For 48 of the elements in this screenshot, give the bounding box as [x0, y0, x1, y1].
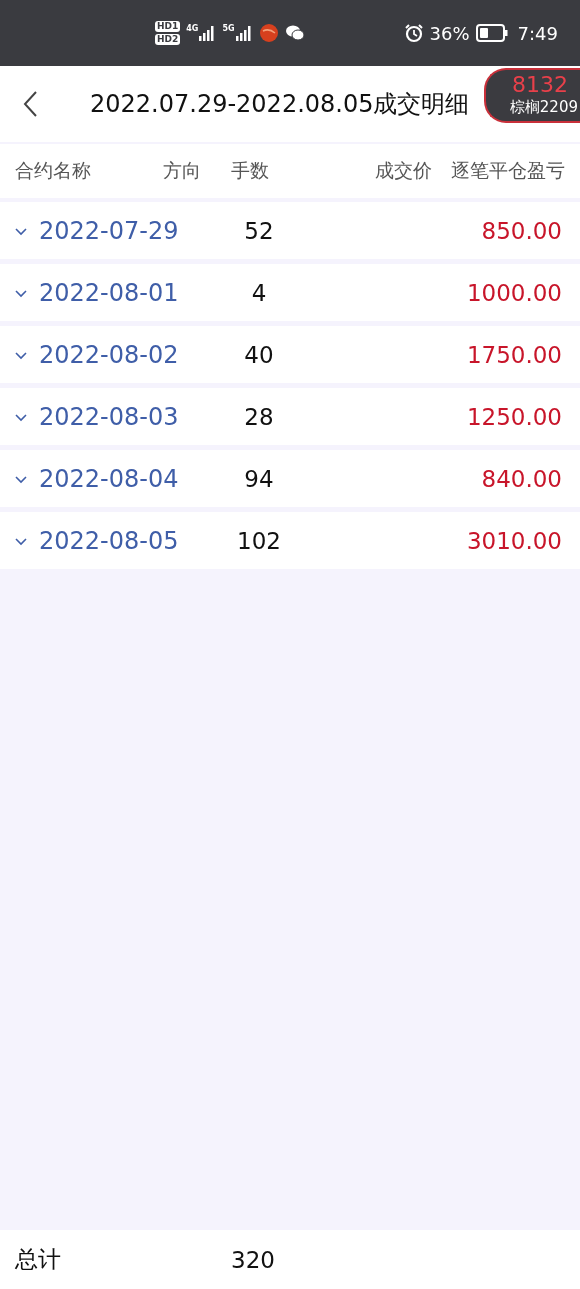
sim-label: HD1	[155, 21, 181, 32]
table-row[interactable]: 2022-08-04 94 840.00	[0, 450, 580, 507]
globe-app-icon	[258, 23, 279, 43]
signal-icon	[198, 24, 217, 42]
date-cell-text: 2022-08-01	[39, 278, 180, 307]
pnl-cell-text: 1750.00	[465, 341, 562, 368]
lots-cell-text: 28	[243, 403, 275, 430]
column-header: 方向	[163, 158, 202, 183]
total-label: 总计	[15, 1245, 62, 1274]
total-lots: 320	[230, 1246, 276, 1273]
network-label: 4G	[186, 24, 199, 33]
chat-app-icon	[284, 24, 305, 42]
clock-time: 7:49	[517, 22, 558, 44]
lots-cell-text: 4	[250, 279, 268, 306]
pnl-cell-text: 3010.00	[465, 527, 562, 554]
battery-icon	[475, 24, 508, 42]
pnl-cell-text: 1250.00	[465, 403, 562, 430]
table-row[interactable]: 2022-08-03 28 1250.00	[0, 388, 580, 445]
table-row[interactable]: 2022-08-02 40 1750.00	[0, 326, 580, 383]
table-row[interactable]: 2022-08-01 4 1000.00	[0, 264, 580, 321]
quote-price: 8132	[512, 72, 569, 98]
pnl-cell-text: 840.00	[480, 465, 562, 492]
date-cell-text: 2022-07-29	[39, 216, 180, 245]
date-cell-text: 2022-08-04	[39, 464, 180, 493]
sim-label: HD2	[155, 34, 181, 45]
column-header: 手数	[231, 158, 269, 183]
page-title: 2022.07.29-2022.08.05成交明细	[90, 89, 470, 120]
battery-percent: 36%	[429, 22, 470, 44]
table-row[interactable]: 2022-07-29 52 850.00	[0, 202, 580, 259]
lots-cell-text: 94	[243, 465, 275, 492]
column-header: 成交价	[375, 158, 432, 183]
date-cell-text: 2022-08-05	[39, 526, 180, 555]
lots-cell-text: 102	[236, 527, 282, 554]
signal-icon	[234, 24, 253, 42]
date-cell-text: 2022-08-02	[39, 340, 180, 369]
date-cell-text: 2022-08-03	[39, 402, 180, 431]
table-row[interactable]: 2022-08-05 102 3010.00	[0, 512, 580, 569]
alarm-icon	[403, 23, 424, 43]
floating-quote-badge[interactable]: 8132 棕榈2209	[483, 68, 580, 123]
chevron-left-icon	[22, 90, 40, 118]
lots-cell-text: 40	[243, 341, 275, 368]
column-header: 逐笔平仓盈亏	[451, 158, 565, 183]
network-label: 5G	[222, 24, 235, 33]
pnl-cell-text: 1000.00	[465, 279, 562, 306]
column-header: 合约名称	[15, 158, 92, 183]
quote-contract: 棕榈2209	[509, 98, 578, 117]
pnl-cell-text: 850.00	[480, 217, 562, 244]
lots-cell-text: 52	[243, 217, 275, 244]
